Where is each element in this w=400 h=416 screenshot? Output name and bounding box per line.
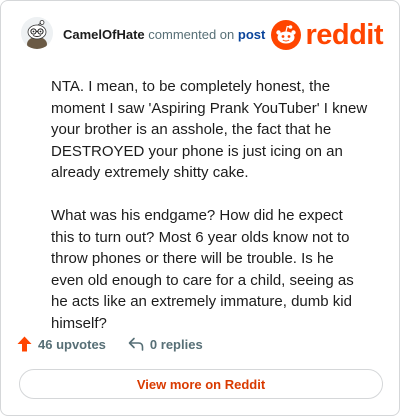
snoo-avatar-icon[interactable] xyxy=(21,17,53,49)
reddit-logo[interactable]: reddit xyxy=(271,19,383,51)
reddit-snoo-icon xyxy=(271,20,302,50)
comment-header: CamelOfHate commented on post reddit xyxy=(17,17,385,53)
comment-footer: 46 upvotes 0 replies xyxy=(17,333,203,355)
upvotes-stat[interactable]: 46 upvotes xyxy=(17,336,106,352)
comment-body: NTA. I mean, to be completely honest, th… xyxy=(51,76,369,356)
comment-paragraph: NTA. I mean, to be completely honest, th… xyxy=(51,78,368,181)
post-link[interactable]: post xyxy=(238,27,265,42)
replies-count: 0 replies xyxy=(149,336,203,352)
reddit-wordmark: reddit xyxy=(305,19,383,51)
replies-stat[interactable]: 0 replies xyxy=(128,337,203,352)
comment-paragraph: What was his endgame? How did he expect … xyxy=(51,207,354,332)
reply-arrow-icon xyxy=(128,337,144,351)
comment-embed-card: CamelOfHate commented on post reddit NTA… xyxy=(0,0,400,416)
view-more-button[interactable]: View more on Reddit xyxy=(19,369,383,399)
upvote-arrow-icon xyxy=(17,336,32,352)
upvotes-count: 46 upvotes xyxy=(38,336,106,352)
username-link[interactable]: CamelOfHate xyxy=(63,27,145,42)
byline-action: commented on xyxy=(148,27,235,42)
comment-byline: CamelOfHate commented on post xyxy=(63,27,265,42)
